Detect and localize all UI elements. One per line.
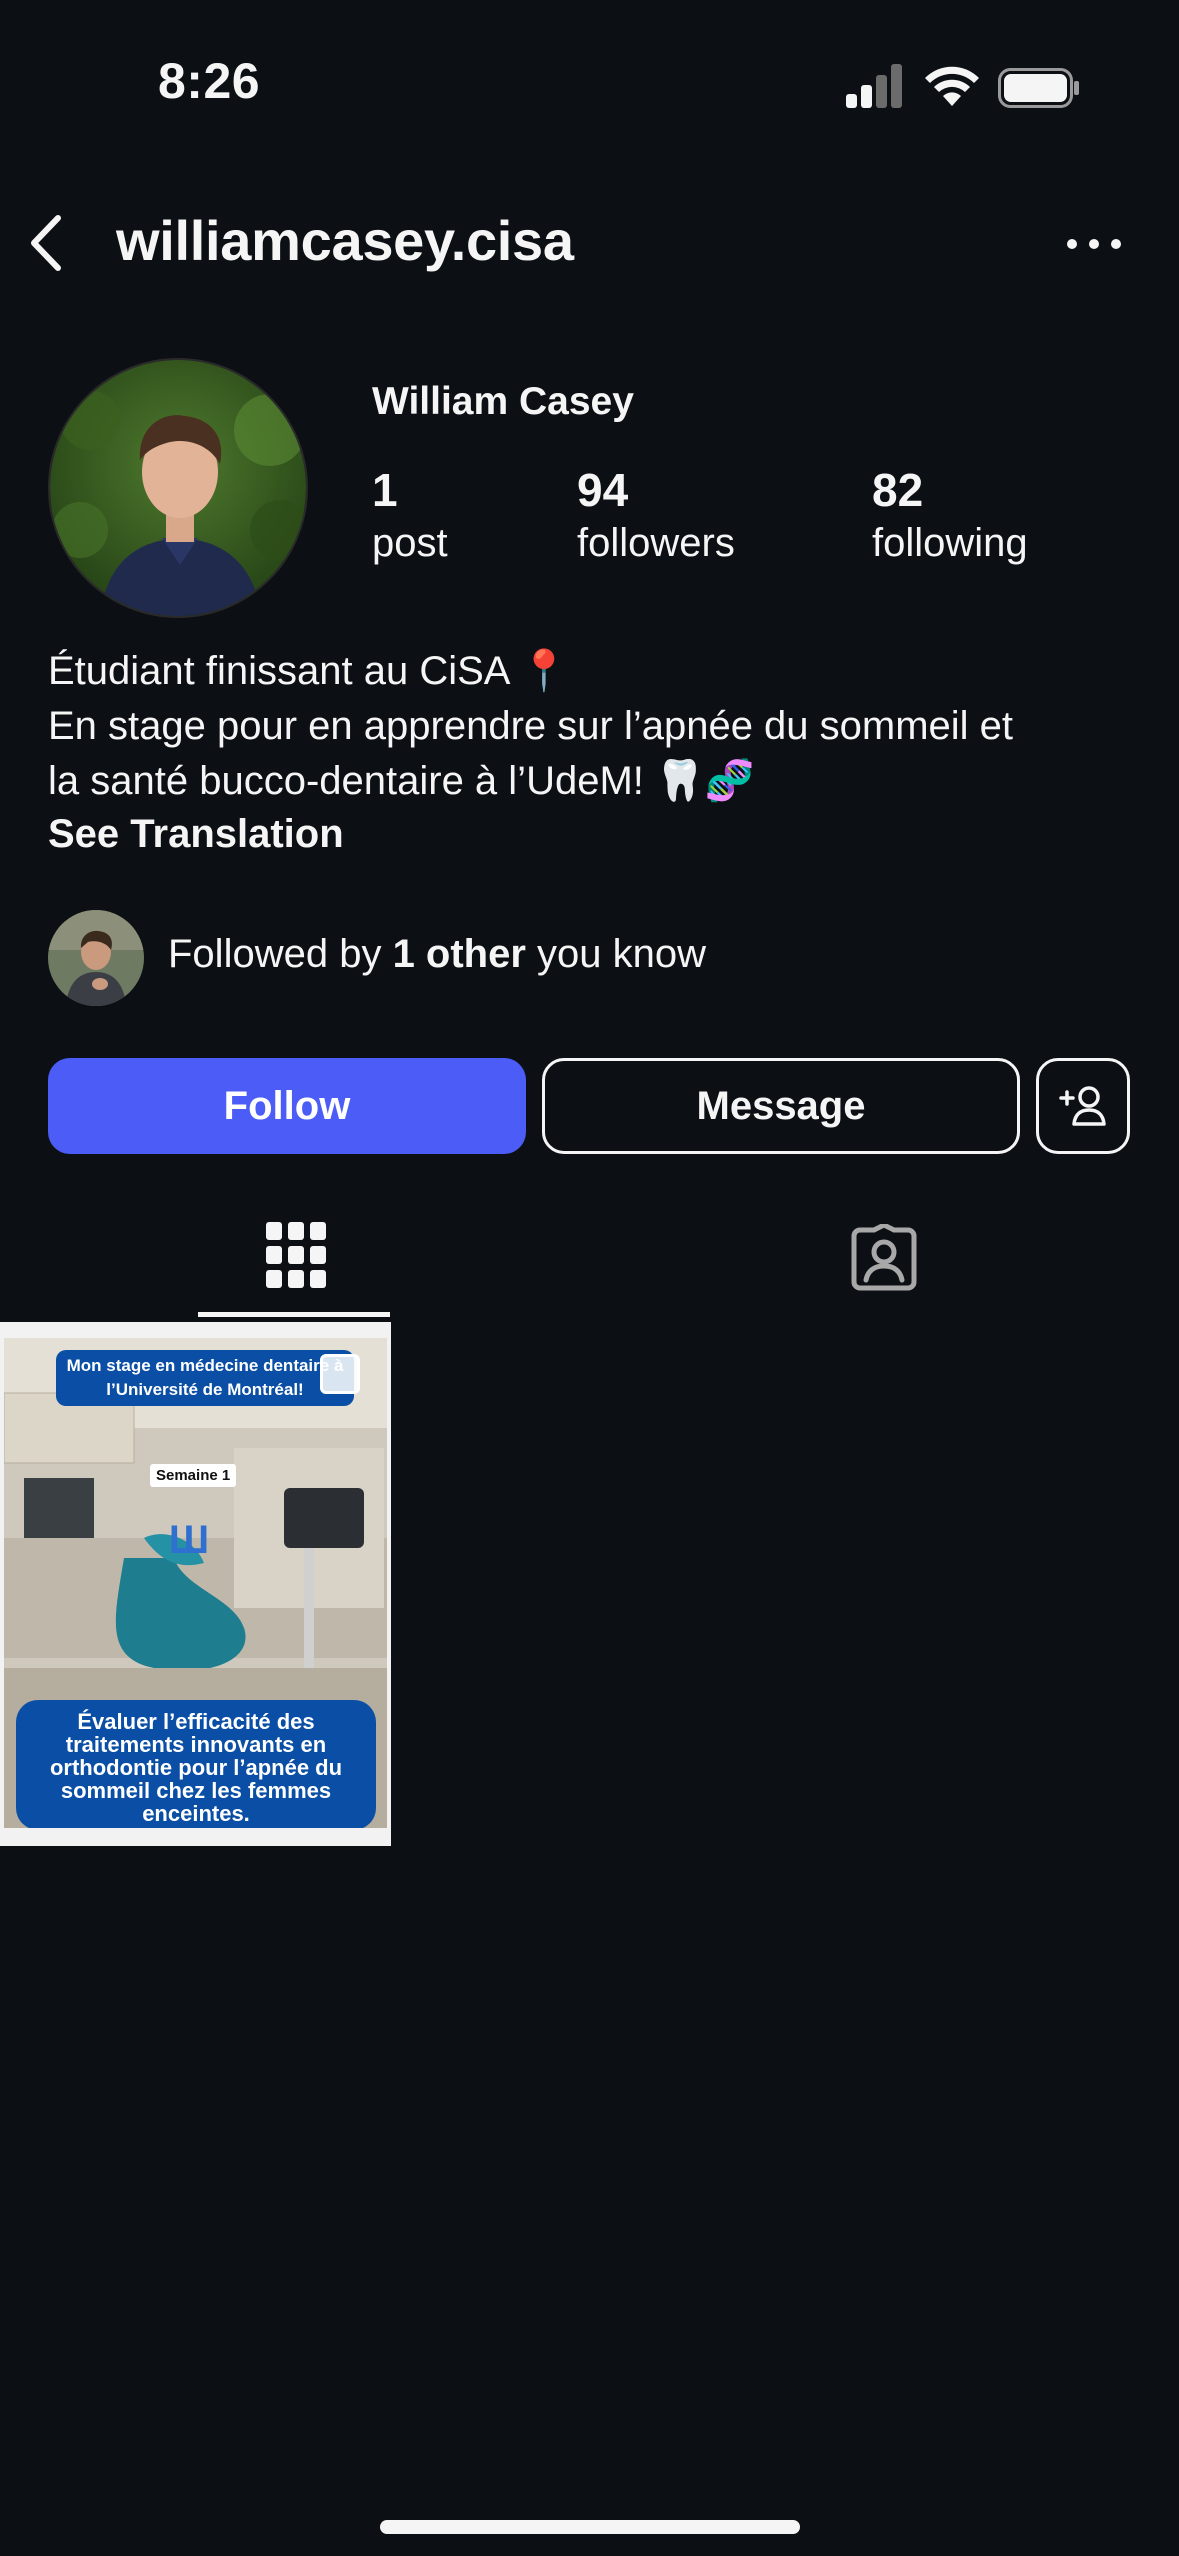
mutual-avatar-photo xyxy=(48,910,144,1006)
profile-username: williamcasey.cisa xyxy=(116,209,574,272)
bio-line: Étudiant finissant au CiSA 📍 xyxy=(48,649,570,693)
cellular-signal-icon xyxy=(846,64,902,108)
follow-button[interactable]: Follow xyxy=(48,1058,526,1154)
suggested-accounts-button[interactable] xyxy=(1036,1058,1130,1154)
see-translation-link[interactable]: See Translation xyxy=(48,812,344,857)
profile-full-name: William Casey xyxy=(372,380,634,423)
followed-by-text[interactable]: Followed by 1 other you know xyxy=(168,932,706,977)
active-tab-indicator xyxy=(198,1312,390,1317)
post-image: Ш Mon stage en médecine dentaire à l’Uni… xyxy=(4,1338,387,1828)
status-time: 8:26 xyxy=(158,53,261,109)
followers-stat[interactable]: 94 followers xyxy=(577,462,735,568)
home-indicator xyxy=(380,2520,800,2534)
following-stat[interactable]: 82 following xyxy=(872,462,1028,568)
carousel-icon xyxy=(320,1354,360,1394)
svg-text:Ш: Ш xyxy=(169,1518,209,1562)
posts-label: post xyxy=(372,521,448,565)
bio-line: En stage pour en apprendre sur l’apnée d… xyxy=(48,704,1014,748)
posts-stat[interactable]: 1 post xyxy=(372,462,448,568)
post-week-label: Semaine 1 xyxy=(150,1464,237,1487)
wifi-icon xyxy=(925,66,979,106)
add-person-icon xyxy=(1059,1086,1106,1126)
message-button[interactable]: Message xyxy=(542,1058,1020,1154)
followers-count: 94 xyxy=(577,464,629,516)
tagged-person-icon[interactable] xyxy=(850,1224,918,1292)
followed-by-count: 1 other xyxy=(392,932,526,976)
battery-icon xyxy=(998,68,1079,108)
profile-bio: Étudiant finissant au CiSA 📍 En stage po… xyxy=(48,644,1148,809)
followers-label: followers xyxy=(577,521,735,565)
post-caption: Évaluer l’efficacité des traitements inn… xyxy=(16,1700,376,1828)
back-arrow-icon[interactable] xyxy=(22,212,72,274)
followed-by-prefix: Followed by xyxy=(168,932,393,976)
post-thumbnail[interactable]: Ш Mon stage en médecine dentaire à l’Uni… xyxy=(0,1322,391,1846)
avatar-photo xyxy=(50,360,306,616)
posts-count: 1 xyxy=(372,464,398,516)
post-title: Mon stage en médecine dentaire à l’Unive… xyxy=(56,1350,354,1406)
bio-line: la santé bucco-dentaire à l’UdeM! 🦷🧬 xyxy=(48,759,755,803)
followed-by-suffix: you know xyxy=(525,932,707,976)
mutual-follower-avatar[interactable] xyxy=(48,910,144,1006)
more-options-icon[interactable] xyxy=(1066,232,1122,256)
grid-icon[interactable] xyxy=(266,1222,326,1288)
following-label: following xyxy=(872,521,1028,565)
profile-avatar[interactable] xyxy=(48,358,308,618)
following-count: 82 xyxy=(872,464,924,516)
